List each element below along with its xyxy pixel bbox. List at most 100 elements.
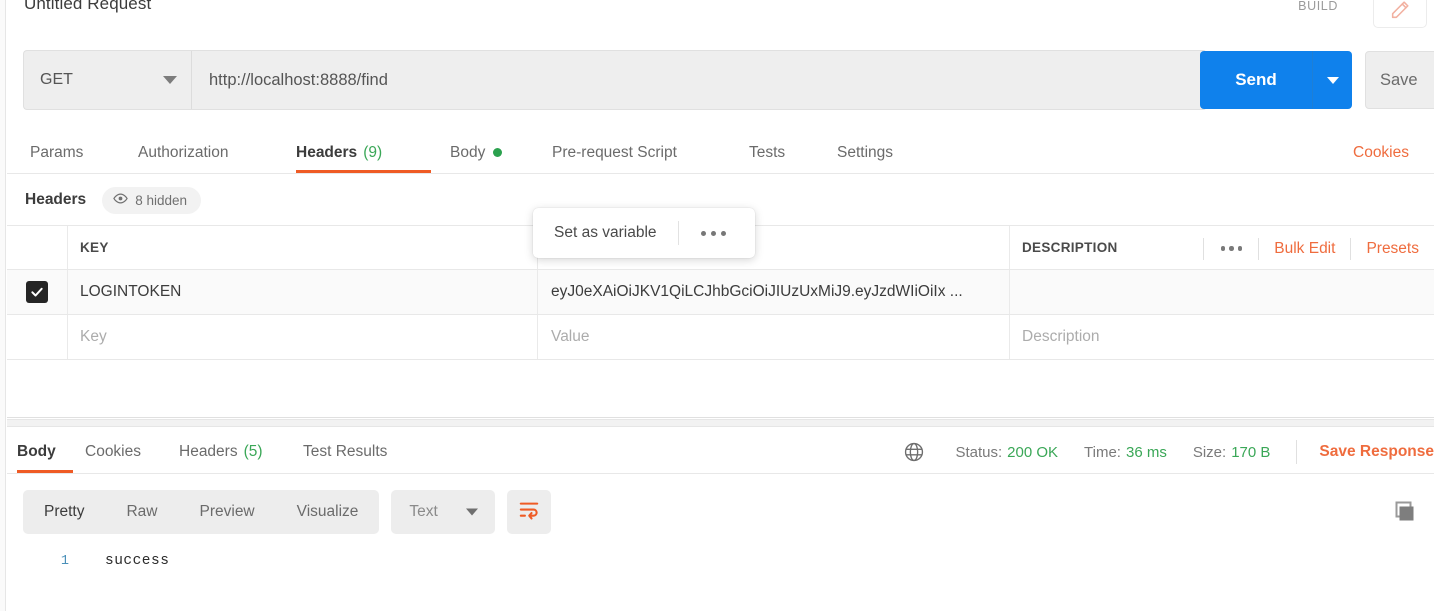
header-cell-check: [7, 226, 68, 269]
presets-link[interactable]: Presets: [1351, 240, 1434, 258]
word-wrap-icon: [518, 500, 540, 525]
tab-label: Headers: [296, 144, 357, 162]
set-as-variable-button[interactable]: Set as variable: [533, 224, 657, 242]
chevron-down-icon: [1327, 77, 1339, 84]
size-badge: Size: 170 B: [1193, 444, 1271, 461]
request-title-row: Untitled Request BUILD: [7, 0, 1434, 28]
active-tab-underline: [296, 170, 431, 173]
save-button[interactable]: Save: [1365, 51, 1434, 109]
headers-section-label: Headers: [25, 191, 86, 209]
popup-more-options-icon[interactable]: [679, 231, 729, 236]
line-text: success: [105, 553, 169, 569]
url-bar: GET http://localhost:8888/find: [23, 50, 1207, 110]
edit-request-button[interactable]: [1373, 0, 1427, 28]
sidebar-edge: [0, 0, 6, 611]
response-tab-body[interactable]: Body: [17, 430, 56, 474]
response-tab-label: Test Results: [303, 443, 387, 461]
chevron-down-icon: [163, 76, 177, 84]
http-method-select[interactable]: GET: [23, 50, 191, 110]
time-badge: Time:36 ms: [1084, 444, 1167, 461]
column-header-key: KEY: [80, 240, 109, 255]
response-format-segments: PrettyRawPreviewVisualize: [23, 490, 379, 534]
tab-label: Authorization: [138, 144, 228, 162]
tab-tests[interactable]: Tests: [749, 131, 785, 174]
tab-label: Body: [450, 144, 485, 162]
hidden-headers-count: 8 hidden: [135, 193, 187, 208]
size-value: 170 B: [1231, 444, 1270, 461]
status-label: Status:: [955, 444, 1002, 461]
format-preview[interactable]: Preview: [179, 490, 276, 534]
url-input[interactable]: http://localhost:8888/find: [191, 50, 1207, 110]
response-tabs: Status: 200 OK Time:36 ms Size: 170 B Save…: [7, 430, 1434, 474]
table-empty-space: [7, 360, 1434, 418]
response-tab-headers[interactable]: Headers (5): [179, 430, 263, 474]
word-wrap-button[interactable]: [507, 490, 551, 534]
table-row: LOGINTOKEN eyJ0eXAiOiJKV1QiLCJhbGciOiJIU…: [7, 270, 1434, 315]
placeholder-check-cell: [7, 315, 68, 359]
response-tab-label: Cookies: [85, 443, 141, 461]
status-badge: Status: 200 OK: [955, 444, 1058, 461]
tab-settings[interactable]: Settings: [837, 131, 893, 174]
send-options-button[interactable]: [1313, 51, 1352, 109]
row-checkbox[interactable]: [26, 281, 48, 303]
globe-icon: [903, 441, 925, 463]
page-title: Untitled Request: [24, 0, 151, 14]
tab-params[interactable]: Params: [30, 131, 83, 174]
url-input-value: http://localhost:8888/find: [209, 71, 388, 90]
tab-label: Settings: [837, 144, 893, 162]
new-description-input[interactable]: Description: [1022, 328, 1100, 346]
status-value: 200 OK: [1007, 444, 1058, 461]
response-body-code[interactable]: 1 success: [23, 548, 1403, 574]
response-tab-count: (5): [244, 443, 263, 461]
response-type-select[interactable]: Text: [391, 490, 495, 534]
tab-headers[interactable]: Headers (9): [296, 131, 382, 174]
active-response-tab-underline: [17, 470, 73, 473]
save-response-link[interactable]: Save Response: [1319, 443, 1434, 461]
send-button-group: Send: [1200, 51, 1352, 109]
response-tab-test-results[interactable]: Test Results: [303, 430, 387, 474]
table-row-placeholder: Key Value Description: [7, 315, 1434, 360]
chevron-down-icon: [466, 509, 478, 516]
response-tab-cookies[interactable]: Cookies: [85, 430, 141, 474]
tab-authorization[interactable]: Authorization: [138, 131, 228, 174]
tab-label: Params: [30, 144, 83, 162]
new-key-input[interactable]: Key: [80, 328, 107, 346]
divider: [1296, 440, 1297, 464]
http-method-value: GET: [40, 71, 73, 89]
line-number: 1: [23, 554, 69, 569]
format-visualize[interactable]: Visualize: [276, 490, 380, 534]
size-label: Size:: [1193, 444, 1226, 461]
body-present-dot-icon: [493, 148, 502, 157]
column-header-description: DESCRIPTION: [1022, 240, 1118, 255]
tab-pre-request-script[interactable]: Pre-request Script: [552, 131, 677, 174]
request-tabs: Params Authorization Headers (9) Body Pre-req…: [7, 131, 1434, 174]
response-tab-label: Headers: [179, 443, 238, 461]
format-raw[interactable]: Raw: [105, 490, 178, 534]
response-status-strip: Status: 200 OK Time:36 ms Size: 170 B Save…: [903, 430, 1434, 474]
tab-count: (9): [363, 144, 382, 162]
response-type-value: Text: [409, 503, 437, 521]
tab-label: Pre-request Script: [552, 144, 677, 162]
response-divider: [7, 419, 1434, 427]
set-as-variable-popup: Set as variable: [533, 208, 755, 258]
response-viewer-toolbar: PrettyRawPreviewVisualize Text: [23, 490, 551, 534]
header-key-value[interactable]: LOGINTOKEN: [80, 283, 181, 301]
tab-label: Tests: [749, 144, 785, 162]
format-pretty[interactable]: Pretty: [23, 490, 105, 534]
response-tab-label: Body: [17, 443, 56, 461]
time-label: Time:: [1084, 444, 1121, 461]
table-header-actions: Bulk Edit Presets: [1203, 226, 1434, 271]
send-button[interactable]: Send: [1200, 51, 1312, 109]
bulk-edit-link[interactable]: Bulk Edit: [1259, 240, 1350, 258]
copy-icon: [1389, 513, 1417, 530]
tab-body[interactable]: Body: [450, 131, 502, 174]
pencil-icon: [1389, 0, 1411, 21]
table-more-options-icon[interactable]: [1204, 246, 1258, 251]
copy-response-button[interactable]: [1389, 498, 1417, 531]
hidden-headers-chip[interactable]: 8 hidden: [102, 187, 201, 214]
build-label: BUILD: [1298, 0, 1338, 13]
code-line: 1 success: [23, 548, 1403, 574]
new-value-input[interactable]: Value: [551, 328, 590, 346]
cookies-link[interactable]: Cookies: [1353, 131, 1428, 174]
header-value-value[interactable]: eyJ0eXAiOiJKV1QiLCJhbGciOiJIUzUxMiJ9.eyJ…: [551, 283, 963, 301]
